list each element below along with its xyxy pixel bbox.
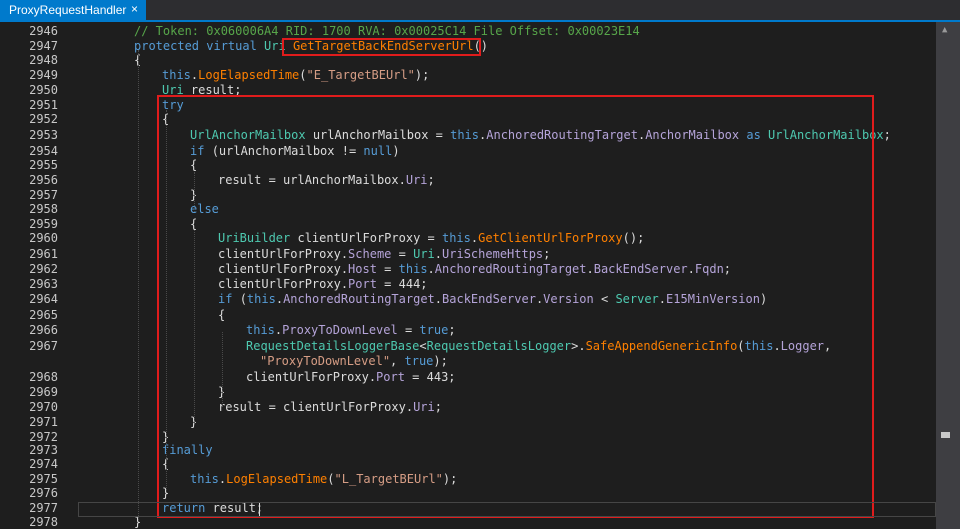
line-number: 2961 xyxy=(29,247,58,261)
code-editor[interactable]: 2946 2947 2948 2949 2950 2951 2952 2953 2954 2955… xyxy=(0,22,936,529)
tab-label: ProxyRequestHandler xyxy=(9,3,127,17)
line-number: 2970 xyxy=(29,400,58,414)
tab-proxy-request-handler[interactable]: ProxyRequestHandler × xyxy=(0,0,146,20)
line-number: 2978 xyxy=(29,515,58,529)
code-token: ; xyxy=(883,128,891,142)
line-number: 2951 xyxy=(29,98,58,112)
line-number: 2949 xyxy=(29,68,58,82)
line-number: 2977 xyxy=(29,501,58,515)
line-number: 2964 xyxy=(29,292,58,306)
code-line: // Token: 0x060006A4 RID: 1700 RVA: 0x00… xyxy=(134,24,640,38)
line-number: 2952 xyxy=(29,112,58,126)
line-number: 2956 xyxy=(29,173,58,187)
line-number: 2969 xyxy=(29,385,58,399)
code-token: LogElapsedTime xyxy=(198,68,300,82)
vertical-scrollbar[interactable]: ▲ xyxy=(936,22,960,529)
line-number: 2976 xyxy=(29,486,58,500)
line-number: 2955 xyxy=(29,158,58,172)
scroll-up-arrow-icon[interactable]: ▲ xyxy=(942,25,947,35)
line-number: 2968 xyxy=(29,370,58,384)
code-token: // Token: 0x060006A4 RID: 1700 RVA: 0x00… xyxy=(134,24,640,38)
line-number: 2960 xyxy=(29,231,58,245)
line-number: 2973 xyxy=(29,443,58,457)
line-number: 2965 xyxy=(29,308,58,322)
line-number: 2958 xyxy=(29,202,58,216)
line-number: 2950 xyxy=(29,83,58,97)
indent-guide xyxy=(138,50,139,520)
code-token: ); xyxy=(414,68,430,82)
line-number: 2953 xyxy=(29,128,58,142)
line-number: 2947 xyxy=(29,39,58,53)
line-number: 2948 xyxy=(29,53,58,67)
line-number: 2954 xyxy=(29,144,58,158)
method-name-highlight-box xyxy=(282,38,481,56)
line-number: 2957 xyxy=(29,188,58,202)
close-icon[interactable]: × xyxy=(131,2,138,16)
code-token: ( xyxy=(299,68,307,82)
line-number: 2974 xyxy=(29,457,58,471)
scrollbar-thumb[interactable] xyxy=(941,432,950,438)
line-number: 2946 xyxy=(29,24,58,38)
line-number: 2972 xyxy=(29,430,58,444)
document-tab-bar: ProxyRequestHandler × xyxy=(0,0,960,20)
code-token: protected virtual xyxy=(134,39,265,53)
line-number-gutter: 2946 2947 2948 2949 2950 2951 2952 2953 2954 2955… xyxy=(0,22,64,529)
code-token: this xyxy=(162,68,191,82)
text-caret xyxy=(259,503,260,516)
line-number: 2962 xyxy=(29,262,58,276)
try-block-highlight-box xyxy=(157,95,874,518)
code-token: "E_TargetBEUrl" xyxy=(306,68,415,82)
line-number: 2966 xyxy=(29,323,58,337)
code-line: this.LogElapsedTime("E_TargetBEUrl"); xyxy=(162,68,429,82)
line-number: 2971 xyxy=(29,415,58,429)
line-number: 2963 xyxy=(29,277,58,291)
current-line-highlight xyxy=(78,502,936,517)
line-number: 2975 xyxy=(29,472,58,486)
line-number: 2959 xyxy=(29,217,58,231)
line-number: 2967 xyxy=(29,339,58,353)
